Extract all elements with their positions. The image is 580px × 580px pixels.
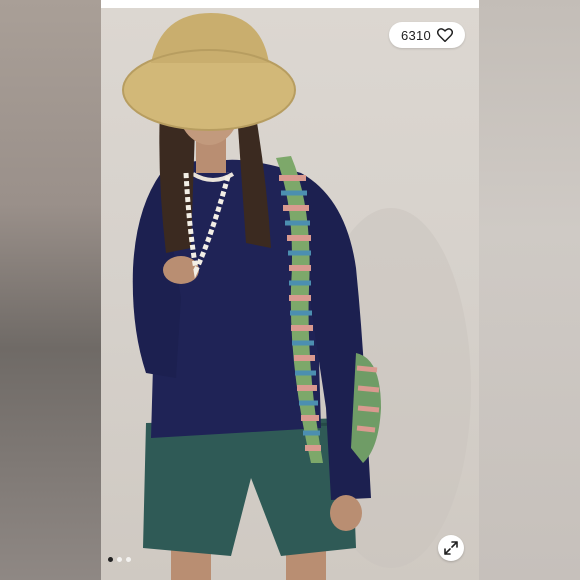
top-strip [101, 0, 479, 8]
model-illustration [122, 13, 471, 580]
product-photo[interactable] [101, 8, 479, 580]
like-count: 6310 [400, 27, 432, 43]
carousel-indicator [108, 557, 131, 562]
backdrop-right [479, 0, 580, 580]
carousel-dot-2[interactable] [117, 557, 122, 562]
like-button[interactable]: 6310 [389, 22, 465, 48]
backdrop-left [0, 0, 101, 580]
carousel-dot-3[interactable] [126, 557, 131, 562]
expand-arrows-icon [444, 541, 458, 555]
heart-outline-icon [437, 28, 454, 42]
expand-image-button[interactable] [438, 535, 464, 561]
carousel-dot-1[interactable] [108, 557, 113, 562]
